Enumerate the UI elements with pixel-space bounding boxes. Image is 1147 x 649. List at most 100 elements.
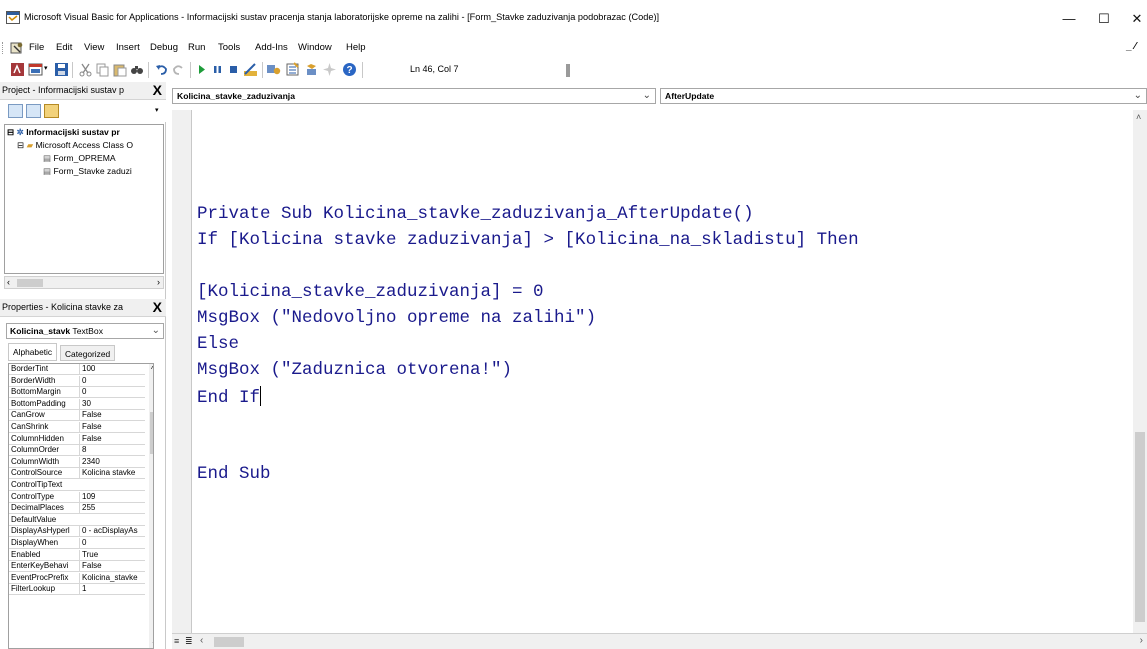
save-icon[interactable] xyxy=(54,62,69,77)
tree-node-folder[interactable]: ⊟ ▰ Microsoft Access Class O xyxy=(17,140,133,151)
property-value[interactable]: Kolicina_stavke xyxy=(79,572,145,583)
property-value[interactable]: 0 xyxy=(79,375,145,386)
scroll-thumb[interactable] xyxy=(214,637,244,647)
property-row[interactable]: ColumnHidden False xyxy=(9,433,145,445)
vba-document-icon[interactable] xyxy=(10,41,24,55)
scroll-thumb[interactable] xyxy=(150,412,153,454)
collapse-icon[interactable]: ⊟ xyxy=(7,127,14,137)
property-value[interactable]: 255 xyxy=(79,503,145,514)
menu-grip[interactable] xyxy=(2,42,5,54)
property-row[interactable]: DisplayWhen 0 xyxy=(9,538,145,549)
scroll-thumb[interactable] xyxy=(17,279,43,287)
code-line[interactable]: Private Sub Kolicina_stavke_zaduzivanja_… xyxy=(197,204,754,224)
project-horizontal-scrollbar[interactable]: ‹ › xyxy=(4,276,164,289)
property-value[interactable]: False xyxy=(79,422,145,432)
menu-help[interactable]: Help xyxy=(346,42,366,53)
menu-view[interactable]: View xyxy=(84,42,104,53)
property-row[interactable]: ControlTipText xyxy=(9,480,145,491)
procedure-view-icon[interactable]: ≡ xyxy=(174,636,184,647)
menu-edit[interactable]: Edit xyxy=(56,42,72,53)
chevron-down-icon[interactable]: ⌄ xyxy=(152,325,160,336)
close-button[interactable]: ✕ xyxy=(1117,6,1147,32)
property-value[interactable]: 0 - acDisplayAs xyxy=(79,526,145,537)
insert-userform-icon[interactable] xyxy=(28,62,43,77)
code-horizontal-scrollbar[interactable]: ≡ ≣ ‹ › xyxy=(172,633,1147,649)
procedure-combo[interactable]: AfterUpdate ⌄ xyxy=(660,88,1147,104)
property-row[interactable]: CanGrow False xyxy=(9,410,145,422)
reset-icon[interactable] xyxy=(226,62,241,77)
property-row[interactable]: DecimalPlaces 255 xyxy=(9,503,145,515)
view-access-icon[interactable] xyxy=(10,62,25,77)
breakpoint-margin[interactable] xyxy=(172,110,192,633)
property-value[interactable]: 0 xyxy=(79,538,145,548)
minimize-button[interactable]: — xyxy=(1049,6,1089,32)
tree-node-form-stavke[interactable]: ▤ Form_Stavke zaduzi xyxy=(43,166,132,177)
break-icon[interactable] xyxy=(210,62,225,77)
property-row[interactable]: FilterLookup 1 xyxy=(9,584,145,596)
code-line[interactable]: MsgBox ("Zaduznica otvorena!") xyxy=(197,360,512,380)
code-line[interactable]: End If xyxy=(197,386,262,408)
redo-icon[interactable] xyxy=(171,62,186,77)
code-line[interactable]: Else xyxy=(197,334,239,354)
property-row[interactable]: DefaultValue xyxy=(9,515,145,526)
scroll-up-icon[interactable]: ^ xyxy=(151,365,153,374)
scroll-right-icon[interactable]: › xyxy=(157,277,160,287)
properties-pane-close-button[interactable]: X xyxy=(153,299,162,315)
cut-icon[interactable] xyxy=(78,62,93,77)
paste-icon[interactable] xyxy=(112,62,127,77)
menu-run[interactable]: Run xyxy=(188,42,205,53)
help-icon[interactable]: ? xyxy=(342,62,357,77)
scroll-right-icon[interactable]: › xyxy=(1140,635,1143,646)
menu-tools[interactable]: Tools xyxy=(218,42,240,53)
code-line[interactable]: MsgBox ("Nedovoljno opreme na zalihi") xyxy=(197,308,596,328)
tree-node-project[interactable]: ⊟ ✲ Informacijski sustav pr xyxy=(7,127,120,138)
property-row[interactable]: BorderTint 100 xyxy=(9,364,145,375)
scroll-up-icon[interactable]: ˄ xyxy=(1136,112,1141,122)
code-vertical-scrollbar[interactable]: ˄ xyxy=(1133,110,1147,633)
properties-vertical-scrollbar[interactable]: ^ ⌄ xyxy=(149,364,153,648)
collapse-icon[interactable]: ⊟ xyxy=(17,140,24,150)
property-value[interactable]: Kolicina stavke xyxy=(79,468,145,479)
menu-insert[interactable]: Insert xyxy=(116,42,140,53)
code-line[interactable]: End Sub xyxy=(197,464,271,484)
property-row[interactable]: CanShrink False xyxy=(9,422,145,433)
code-editor[interactable]: Private Sub Kolicina_stavke_zaduzivanja_… xyxy=(193,110,1133,633)
view-code-icon[interactable] xyxy=(8,104,23,118)
full-module-view-icon[interactable]: ≣ xyxy=(185,636,195,647)
object-combo[interactable]: Kolicina_stavke_zaduzivanja ⌄ xyxy=(172,88,656,104)
copy-icon[interactable] xyxy=(95,62,110,77)
menu-debug[interactable]: Debug xyxy=(150,42,178,53)
scroll-left-icon[interactable]: ‹ xyxy=(7,277,10,287)
property-row[interactable]: BottomPadding 30 xyxy=(9,398,145,410)
property-value[interactable]: 100 xyxy=(79,364,145,374)
property-value[interactable]: 109 xyxy=(79,491,145,502)
property-value[interactable]: 1 xyxy=(79,584,145,595)
properties-window-icon[interactable] xyxy=(285,62,300,77)
view-object-icon[interactable] xyxy=(26,104,41,118)
property-value[interactable]: 30 xyxy=(79,398,145,409)
tab-categorized[interactable]: Categorized xyxy=(60,345,116,361)
chevron-down-icon[interactable]: ⌄ xyxy=(643,90,651,101)
property-row[interactable]: ControlType 109 xyxy=(9,491,145,503)
code-line[interactable]: If [Kolicina stavke zaduzivanja] > [Koli… xyxy=(197,230,859,250)
code-line[interactable]: [Kolicina_stavke_zaduzivanja] = 0 xyxy=(197,282,544,302)
tree-node-form-oprema[interactable]: ▤ Form_OPREMA xyxy=(43,153,116,164)
tab-alphabetic[interactable]: Alphabetic xyxy=(8,343,58,361)
toolbox-icon[interactable] xyxy=(322,62,337,77)
run-icon[interactable] xyxy=(194,62,209,77)
pane-resize-arrow[interactable]: ▾ xyxy=(155,106,159,114)
property-row[interactable]: EnterKeyBehavi False xyxy=(9,561,145,573)
find-icon[interactable] xyxy=(129,62,144,77)
project-explorer-icon[interactable] xyxy=(266,62,281,77)
property-row[interactable]: Enabled True xyxy=(9,549,145,561)
property-row[interactable]: EventProcPrefix Kolicina_stavke xyxy=(9,572,145,584)
toggle-folders-icon[interactable] xyxy=(44,104,59,118)
object-selector[interactable]: Kolicina_stavk TextBox ⌄ xyxy=(6,323,164,339)
property-row[interactable]: ControlSource Kolicina stavke xyxy=(9,468,145,480)
menu-file[interactable]: File xyxy=(29,42,44,53)
property-value[interactable]: 2340 xyxy=(79,456,145,467)
property-row[interactable]: DisplayAsHyperl 0 - acDisplayAs xyxy=(9,526,145,538)
property-value[interactable]: 8 xyxy=(79,445,145,456)
undo-icon[interactable] xyxy=(154,62,169,77)
property-value[interactable]: 0 xyxy=(79,387,145,398)
